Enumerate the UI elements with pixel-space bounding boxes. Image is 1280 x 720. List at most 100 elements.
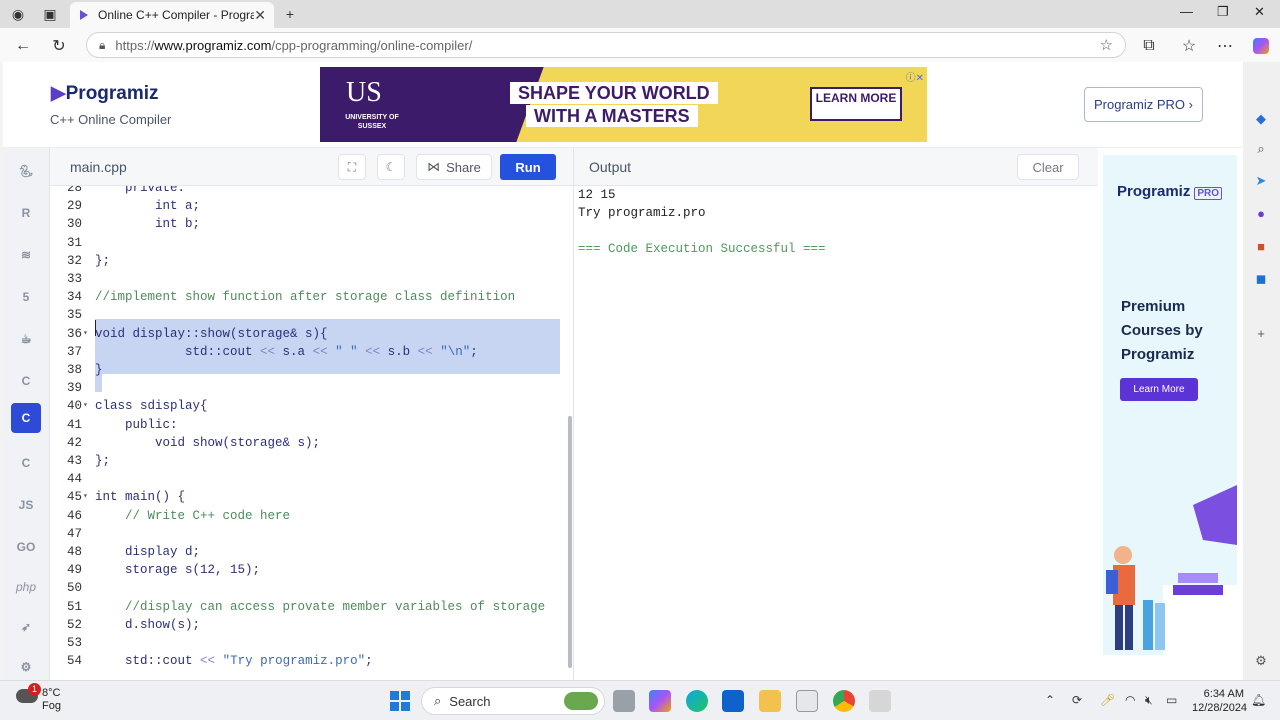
lang-go-icon[interactable]: GO xyxy=(11,532,41,562)
side-ad-learn-more-button[interactable]: Learn More xyxy=(1120,378,1198,401)
side-ad[interactable]: Programiz PRO Premium Courses by Programi… xyxy=(1103,155,1237,655)
close-window-icon[interactable]: ✕ xyxy=(1254,4,1265,20)
lang-r-icon[interactable]: R xyxy=(11,198,41,228)
code-line: 35 xyxy=(50,306,573,324)
store-app-icon[interactable] xyxy=(796,690,818,712)
close-tab-icon[interactable]: ✕ xyxy=(254,7,266,24)
battery-icon[interactable]: ▭ xyxy=(1166,693,1177,707)
ad-banner[interactable]: US UNIVERSITY OF SUSSEX SHAPE YOUR WORLD… xyxy=(320,67,927,142)
sidebar-send-icon[interactable]: ➤ xyxy=(1252,172,1270,190)
line-number: 36 xyxy=(66,326,82,341)
maximize-icon[interactable]: ❐ xyxy=(1217,4,1229,20)
line-number: 31 xyxy=(66,235,82,250)
run-button[interactable]: Run xyxy=(500,154,556,180)
fold-toggle-icon[interactable]: ▾ xyxy=(83,397,88,415)
file-tab[interactable]: main.cpp xyxy=(70,159,127,175)
new-tab-icon[interactable]: + xyxy=(280,4,300,24)
lang-rust-icon[interactable]: ⚙ xyxy=(11,652,41,682)
line-number: 35 xyxy=(66,308,82,323)
lang-html-icon[interactable]: 5 xyxy=(11,282,41,312)
ad-university-name: UNIVERSITY OF SUSSEX xyxy=(345,114,399,130)
programiz-favicon-icon xyxy=(80,10,88,20)
task-view-icon[interactable] xyxy=(613,690,635,712)
lang-c-icon[interactable]: C xyxy=(11,366,41,396)
dark-mode-icon[interactable]: ☾ xyxy=(377,154,405,180)
sidebar-add-icon[interactable]: + xyxy=(1252,324,1270,342)
url-input[interactable]: 🔒︎ https:// www.programiz.com /cpp-progr… xyxy=(86,32,1126,58)
line-number: 53 xyxy=(66,636,82,650)
back-icon[interactable]: ← xyxy=(12,35,34,57)
output-title: Output xyxy=(589,159,632,175)
lang-cpp-icon[interactable]: C xyxy=(11,403,41,433)
code-line: 48 display d; xyxy=(50,543,573,561)
favorites-icon[interactable]: ☆ xyxy=(1178,35,1200,57)
fold-toggle-icon[interactable]: ▾ xyxy=(83,488,88,506)
sidebar-outlook-icon[interactable]: ◼ xyxy=(1252,270,1270,288)
sidebar-search-icon[interactable]: ⌕ xyxy=(1252,140,1270,158)
copilot-app-icon[interactable] xyxy=(649,690,671,712)
copilot-icon[interactable] xyxy=(1250,35,1272,57)
line-number: 34 xyxy=(66,290,82,305)
favorite-star-icon[interactable]: ☆ xyxy=(1100,36,1113,54)
browser-tab-active[interactable]: Online C++ Compiler - Programiz ✕ xyxy=(70,2,274,28)
volume-muted-icon[interactable]: 🔇︎ xyxy=(1145,693,1153,708)
notifications-bell-icon[interactable]: 🔔︎ xyxy=(1251,693,1266,707)
code-editor[interactable]: 28 private: 29 int a; 30 int b; 31 32}; 33 34/… xyxy=(50,186,573,680)
share-button[interactable]: ⋈ Share xyxy=(416,154,492,180)
snipping-tool-icon[interactable] xyxy=(869,690,891,712)
file-explorer-icon[interactable] xyxy=(759,690,781,712)
sidebar-settings-icon[interactable]: ⚙ xyxy=(1252,652,1270,670)
editor-scrollbar[interactable] xyxy=(568,416,572,668)
weather-widget[interactable]: 1 8°C Fog xyxy=(16,683,61,713)
code-text: int a; xyxy=(95,199,201,214)
tray-chevron-icon[interactable]: ⌃ xyxy=(1045,693,1055,707)
code-line: 49 storage s(12, 15); xyxy=(50,561,573,579)
lang-swift-icon[interactable]: ➶ xyxy=(11,612,41,642)
lang-csharp-icon[interactable]: C xyxy=(11,448,41,478)
wifi-icon[interactable]: ◠ xyxy=(1125,693,1135,707)
taskbar-search[interactable]: ⌕ Search xyxy=(421,687,605,715)
url-prefix: https:// xyxy=(115,37,155,53)
ad-close-icon[interactable]: ⓘ✕ xyxy=(906,69,924,84)
programiz-pro-button[interactable]: Programiz PRO › xyxy=(1084,87,1203,122)
code-text: std::cout << "Try programiz.pro"; xyxy=(95,654,373,669)
clear-button[interactable]: Clear xyxy=(1017,154,1079,180)
programiz-logo[interactable]: ▶Programiz xyxy=(51,82,159,105)
more-menu-icon[interactable]: ⋯ xyxy=(1214,35,1236,57)
tray-sync-icon[interactable]: ⟳ xyxy=(1072,693,1082,707)
ad-learn-more-button[interactable]: LEARN MORE xyxy=(810,87,902,121)
line-number: 33 xyxy=(66,272,82,286)
output-line: 12 15 xyxy=(578,188,616,202)
tray-mic-icon[interactable]: 🎤︎ xyxy=(1100,693,1115,707)
extensions-icon[interactable]: ⧉ xyxy=(1138,35,1160,57)
sidebar-copilot-icon[interactable]: ● xyxy=(1252,204,1270,222)
lang-python-icon[interactable]: 🐍︎ xyxy=(11,156,41,186)
code-line: 41 public: xyxy=(50,416,573,434)
minimize-icon[interactable]: — xyxy=(1180,4,1193,19)
code-line: 29 int a; xyxy=(50,197,573,215)
system-clock[interactable]: 6:34 AM 12/28/2024 xyxy=(1192,687,1248,715)
tab-actions-icon[interactable]: ▣ xyxy=(40,4,60,24)
lang-java-icon[interactable]: ☕︎ xyxy=(11,324,41,354)
line-number: 51 xyxy=(66,599,82,614)
sidebar-tag-icon[interactable]: ◆ xyxy=(1252,110,1270,128)
fullscreen-icon[interactable]: ⛶ xyxy=(338,154,366,180)
lang-js-icon[interactable]: JS xyxy=(11,490,41,520)
share-icon: ⋈ xyxy=(427,159,441,174)
windows-start-icon[interactable] xyxy=(390,691,410,711)
profile-icon[interactable]: ◉ xyxy=(8,4,28,24)
side-ad-headline: Premium Courses by Programiz xyxy=(1121,298,1203,363)
clock-date: 12/28/2024 xyxy=(1192,702,1248,714)
code-text: void show(storage& s); xyxy=(95,435,321,450)
edge-app-icon[interactable] xyxy=(686,690,708,712)
text-cursor xyxy=(95,320,96,336)
outlook-app-icon[interactable] xyxy=(722,690,744,712)
refresh-icon[interactable]: ↻ xyxy=(48,35,70,57)
lang-php-icon[interactable]: php xyxy=(11,572,41,602)
lang-sql-icon[interactable]: ≋ xyxy=(11,240,41,270)
fold-toggle-icon[interactable]: ▾ xyxy=(83,325,88,343)
sidebar-tools-icon[interactable]: ■ xyxy=(1252,237,1270,255)
chrome-app-icon[interactable] xyxy=(833,690,855,712)
code-text: //display can access provate member vari… xyxy=(95,599,546,614)
line-number: 29 xyxy=(66,199,82,214)
